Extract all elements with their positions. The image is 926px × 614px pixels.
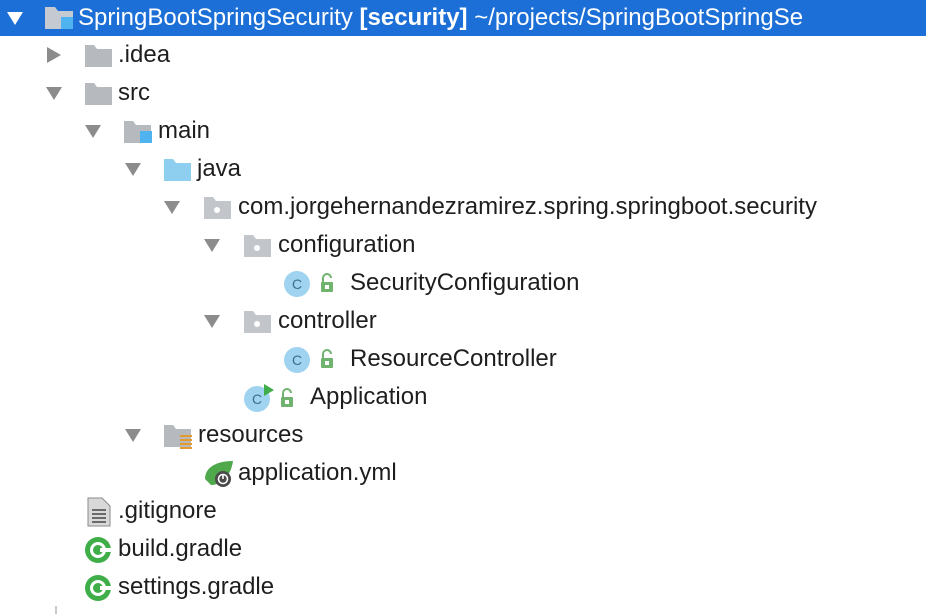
tree-row-package[interactable]: com.jorgehernandezramirez.spring.springb…: [0, 188, 926, 226]
tree-label-gitignore: .gitignore: [118, 497, 217, 524]
tree-label-configuration: configuration: [278, 231, 416, 258]
tree-label-src: src: [118, 79, 150, 106]
tree-row-idea[interactable]: .idea: [0, 36, 926, 74]
tree-row-resource-controller[interactable]: C ResourceController: [0, 340, 926, 378]
tree-label-application: Application: [310, 383, 428, 410]
chevron-down-icon[interactable]: [124, 150, 146, 188]
tree-row-main[interactable]: main: [0, 112, 926, 150]
source-root-folder-icon: [123, 112, 155, 150]
resources-folder-icon: [163, 416, 195, 454]
folder-icon: [84, 74, 116, 112]
folder-icon: [84, 36, 116, 74]
tree-row-gitignore[interactable]: .gitignore: [0, 492, 926, 530]
tree-label-java: java: [197, 155, 242, 182]
class-badge-letter: C: [292, 352, 302, 368]
tree-row-application-yml[interactable]: application.yml: [0, 454, 926, 492]
tree-label-resources: resources: [198, 421, 304, 448]
tree-row-controller[interactable]: controller: [0, 302, 926, 340]
tree-row-resources[interactable]: resources: [0, 416, 926, 454]
tree-label-package: com.jorgehernandezramirez.spring.springb…: [238, 193, 817, 220]
chevron-down-icon[interactable]: [163, 188, 185, 226]
package-icon: [243, 226, 275, 264]
tree-label-build-gradle: build.gradle: [118, 535, 243, 562]
package-icon: [243, 302, 275, 340]
chevron-down-icon[interactable]: [45, 74, 67, 112]
class-icon: C: [283, 340, 343, 378]
runnable-class-icon: C: [243, 378, 303, 416]
tree-guide-line: [55, 606, 57, 614]
tree-row-security-configuration[interactable]: C SecurityConfiguration: [0, 264, 926, 302]
root-project-name: SpringBootSpringSecurity: [78, 4, 353, 31]
class-icon: C: [283, 264, 343, 302]
chevron-right-icon[interactable]: [45, 36, 67, 74]
chevron-down-icon[interactable]: [203, 226, 225, 264]
module-folder-icon: [44, 0, 76, 38]
tree-row-application[interactable]: C Application: [0, 378, 926, 416]
root-project-path: ~/projects/SpringBootSpringSe: [474, 4, 804, 31]
tree-label-security-configuration: SecurityConfiguration: [350, 269, 580, 296]
tree-label-main: main: [158, 117, 211, 144]
chevron-down-icon[interactable]: [124, 416, 146, 454]
package-icon: [203, 188, 235, 226]
tree-label-resource-controller: ResourceController: [350, 345, 557, 372]
tree-row-project-root[interactable]: SpringBootSpringSecurity [security] ~/pr…: [0, 0, 926, 36]
tree-label-settings-gradle: settings.gradle: [118, 573, 275, 600]
tree-row-configuration[interactable]: configuration: [0, 226, 926, 264]
tree-label-controller: controller: [278, 307, 377, 334]
tree-label-idea: .idea: [118, 41, 171, 68]
tree-row-src[interactable]: src: [0, 74, 926, 112]
tree-label-application-yml: application.yml: [238, 459, 397, 486]
chevron-down-icon[interactable]: [6, 0, 28, 36]
root-module-name: [security]: [359, 4, 468, 31]
class-badge-letter: C: [252, 391, 262, 407]
gradle-icon: [84, 568, 116, 606]
gradle-icon: [84, 530, 116, 568]
source-folder-icon: [163, 150, 195, 188]
tree-row-java[interactable]: java: [0, 150, 926, 188]
tree-row-build-gradle[interactable]: build.gradle: [0, 530, 926, 568]
class-badge-letter: C: [292, 276, 302, 292]
tree-row-settings-gradle[interactable]: settings.gradle: [0, 568, 926, 606]
text-file-icon: [84, 492, 116, 530]
chevron-down-icon[interactable]: [203, 302, 225, 340]
spring-config-icon: [203, 454, 235, 492]
chevron-down-icon[interactable]: [84, 112, 106, 150]
